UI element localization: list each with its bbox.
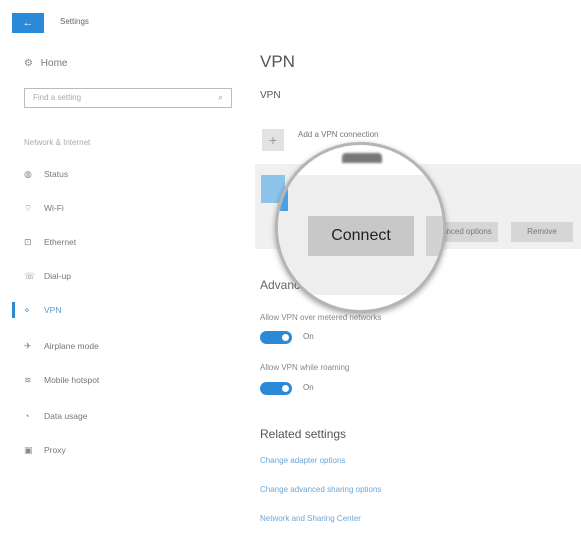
link-change-adapter-options[interactable]: Change adapter options: [260, 456, 345, 465]
sidebar-item-label: Airplane mode: [44, 341, 99, 351]
sidebar: ⚙ Home Find a setting ⌕ Network & Intern…: [0, 34, 245, 541]
toggle-knob: [282, 385, 289, 392]
sidebar-item-status[interactable]: ◍ Status: [24, 166, 68, 182]
back-button[interactable]: ←: [12, 13, 44, 33]
magnifier-lens: Connect: [275, 142, 446, 313]
sidebar-section-label: Network & Internet: [24, 138, 91, 147]
sidebar-item-vpn[interactable]: ⋄ VPN: [24, 302, 61, 318]
airplane-icon: ✈: [24, 341, 32, 351]
link-network-sharing-center[interactable]: Network and Sharing Center: [260, 514, 361, 523]
sidebar-home-label: Home: [40, 58, 68, 69]
roaming-toggle[interactable]: [260, 382, 292, 395]
sidebar-item-data-usage[interactable]: ◔ Data usage: [24, 408, 87, 424]
dialup-icon: ☏: [24, 271, 36, 281]
sidebar-home[interactable]: ⚙ Home: [24, 58, 67, 69]
page-title: VPN: [260, 52, 295, 71]
search-input[interactable]: Find a setting ⌕: [24, 88, 232, 108]
ethernet-icon: ⊡: [24, 237, 32, 247]
sidebar-item-label: Data usage: [44, 411, 88, 421]
title-bar: ← Settings: [0, 0, 581, 34]
search-placeholder: Find a setting: [33, 93, 82, 102]
data-usage-icon: ◔: [24, 411, 30, 421]
wifi-icon: ⌔: [24, 203, 33, 213]
add-vpn-button[interactable]: +: [262, 129, 284, 151]
vpn-icon: ⋄: [24, 305, 30, 315]
metered-networks-state: On: [303, 332, 314, 341]
roaming-label: Allow VPN while roaming: [260, 363, 350, 372]
search-icon: ⌕: [217, 92, 223, 102]
proxy-icon: ▣: [24, 445, 33, 455]
sidebar-item-label: Status: [44, 169, 69, 179]
sidebar-item-mobile-hotspot[interactable]: ≋ Mobile hotspot: [24, 372, 99, 388]
sidebar-item-label: Ethernet: [44, 237, 77, 247]
vpn-section-title: VPN: [260, 90, 281, 101]
remove-button[interactable]: Remove: [511, 222, 573, 242]
toggle-knob: [282, 334, 289, 341]
sidebar-item-label: VPN: [44, 305, 62, 315]
plus-icon: +: [268, 132, 278, 148]
add-vpn-label[interactable]: Add a VPN connection: [298, 130, 379, 139]
roaming-state: On: [303, 383, 314, 392]
active-indicator: [12, 302, 15, 318]
home-gear-icon: ⚙: [24, 58, 33, 69]
sidebar-item-proxy[interactable]: ▣ Proxy: [24, 442, 66, 458]
sidebar-item-label: Mobile hotspot: [44, 375, 100, 385]
connect-button[interactable]: Connect: [308, 216, 414, 256]
sidebar-item-dialup[interactable]: ☏ Dial-up: [24, 268, 71, 284]
link-change-sharing-options[interactable]: Change advanced sharing options: [260, 485, 381, 494]
sidebar-item-ethernet[interactable]: ⊡ Ethernet: [24, 234, 76, 250]
metered-networks-label: Allow VPN over metered networks: [260, 313, 382, 322]
sidebar-item-label: Wi-Fi: [44, 203, 64, 213]
sidebar-item-airplane-mode[interactable]: ✈ Airplane mode: [24, 338, 99, 354]
window-title: Settings: [60, 17, 89, 26]
hotspot-icon: ≋: [24, 375, 32, 385]
metered-networks-toggle[interactable]: [260, 331, 292, 344]
related-settings-title: Related settings: [260, 427, 347, 441]
magnified-fragment: [342, 153, 382, 163]
sidebar-item-wifi[interactable]: ⌔ Wi-Fi: [24, 200, 64, 216]
sidebar-item-label: Dial-up: [44, 271, 71, 281]
sidebar-item-label: Proxy: [44, 445, 66, 455]
status-icon: ◍: [24, 169, 32, 179]
